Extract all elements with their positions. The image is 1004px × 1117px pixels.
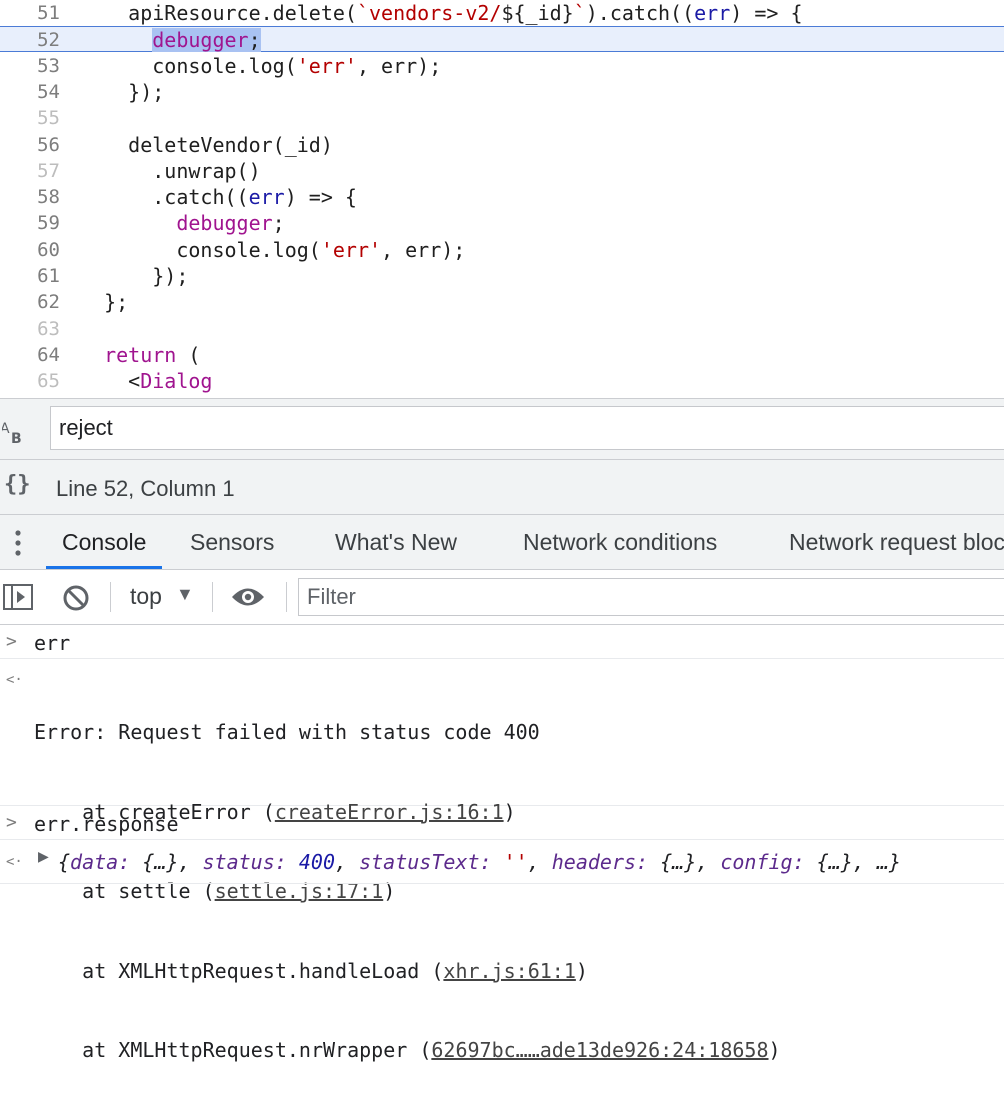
code-line[interactable]: 57 .unwrap()	[0, 158, 1004, 184]
input-prompt-icon: >	[6, 812, 17, 833]
console-input-row: > err	[0, 625, 1004, 659]
regex-icon[interactable]: A B	[2, 421, 24, 447]
search-input[interactable]	[50, 406, 1004, 450]
line-number[interactable]: 51	[0, 0, 60, 26]
console-command: err	[34, 631, 71, 655]
line-number[interactable]: 54	[0, 79, 60, 105]
context-selector[interactable]: top ▼	[120, 570, 206, 624]
clear-console-icon[interactable]	[62, 584, 90, 612]
line-number[interactable]: 56	[0, 132, 60, 158]
pretty-print-icon[interactable]: {}	[4, 472, 31, 497]
code-text: });	[80, 79, 165, 104]
line-number[interactable]: 59	[0, 210, 60, 236]
code-line[interactable]: 54 });	[0, 79, 1004, 105]
chevron-down-icon: ▼	[176, 584, 194, 604]
expand-triangle-icon[interactable]: ▶	[38, 848, 49, 865]
editor-status-bar: {} Line 52, Column 1	[0, 460, 1004, 515]
object-preview[interactable]: {data: {…}, status: 400, statusText: '',…	[58, 849, 901, 876]
line-number[interactable]: 65	[0, 368, 60, 394]
code-text: });	[80, 264, 189, 288]
console-input-row: > err.response	[0, 806, 1004, 840]
error-message-block: Error: Request failed with status code 4…	[34, 666, 781, 1117]
stack-frame: at XMLHttpRequest.nrWrapper (62697bc……ad…	[34, 1038, 781, 1062]
code-line[interactable]: 61 });	[0, 263, 1004, 289]
code-text: .unwrap()	[80, 158, 261, 183]
input-prompt-icon: >	[6, 631, 17, 652]
code-line[interactable]: 60 console.log('err', err);	[0, 237, 1004, 263]
code-text: console.log('err', err);	[80, 237, 466, 262]
error-message: Error: Request failed with status code 4…	[34, 720, 540, 744]
code-line[interactable]: 56 deleteVendor(_id)	[0, 132, 1004, 158]
code-line[interactable]: 53 console.log('err', err);	[0, 53, 1004, 79]
code-line[interactable]: 52 debugger;	[0, 26, 1004, 53]
code-line[interactable]: 63	[0, 316, 1004, 342]
code-line[interactable]: 59 debugger;	[0, 210, 1004, 236]
output-prompt-icon: <·	[6, 854, 23, 870]
code-line[interactable]: 51 apiResource.delete(`vendors-v2/${_id}…	[0, 0, 1004, 26]
code-text: apiResource.delete(`vendors-v2/${_id}`).…	[80, 1, 803, 25]
console-error-output: <· Error: Request failed with status cod…	[0, 659, 1004, 1062]
code-text: debugger;	[152, 28, 261, 53]
line-number[interactable]: 58	[0, 184, 60, 210]
cursor-position: Line 52, Column 1	[56, 476, 235, 501]
toolbar-divider	[110, 582, 111, 612]
code-text: };	[80, 290, 129, 315]
code-text: return (	[104, 342, 201, 367]
code-text: .catch((err) => {	[80, 185, 357, 210]
code-line[interactable]: 64 return (	[0, 342, 1004, 368]
line-number[interactable]: 60	[0, 237, 60, 263]
code-line[interactable]: 62 };	[0, 289, 1004, 315]
drawer-tab-bar: Console Sensors What's New Network condi…	[0, 515, 1004, 570]
line-number[interactable]: 62	[0, 289, 60, 315]
line-number[interactable]: 55	[0, 105, 60, 131]
svg-text:A: A	[2, 421, 10, 437]
tab-network-request-blocking[interactable]: Network request blocking	[789, 515, 1004, 569]
code-line[interactable]: 55	[0, 105, 1004, 131]
line-number[interactable]: 61	[0, 263, 60, 289]
sidebar-toggle-icon[interactable]	[2, 583, 34, 611]
tab-network-conditions[interactable]: Network conditions	[523, 515, 717, 569]
stack-frame-link[interactable]: xhr.js:61:1	[443, 959, 575, 983]
console-command: err.response	[34, 812, 179, 836]
stack-frame-link[interactable]: 62697bc……ade13de926:24:18658	[431, 1038, 768, 1062]
console-messages: > err <· Error: Request failed with stat…	[0, 625, 1004, 1062]
tab-whats-new[interactable]: What's New	[335, 515, 457, 569]
line-number[interactable]: 64	[0, 342, 60, 368]
line-number[interactable]: 52	[0, 27, 60, 53]
console-object-output: <· ▶ {data: {…}, status: 400, statusText…	[0, 840, 1004, 884]
code-text: deleteVendor(_id)	[80, 132, 333, 157]
code-line[interactable]: 58 .catch((err) => {	[0, 184, 1004, 210]
filter-input[interactable]	[298, 578, 1004, 616]
code-text: debugger;	[176, 211, 285, 236]
code-editor[interactable]: 51 apiResource.delete(`vendors-v2/${_id}…	[0, 0, 1004, 398]
output-prompt-icon: <·	[6, 672, 23, 688]
svg-text:B: B	[11, 431, 22, 447]
code-text: <Dialog	[80, 369, 213, 394]
stack-frame: at XMLHttpRequest.handleLoad (xhr.js:61:…	[34, 958, 588, 983]
search-bar: A B	[0, 398, 1004, 460]
toolbar-divider	[286, 582, 287, 612]
code-line[interactable]: 65 <Dialog	[0, 368, 1004, 394]
code-text: console.log('err', err);	[80, 53, 442, 78]
line-number[interactable]: 53	[0, 53, 60, 79]
line-number[interactable]: 57	[0, 158, 60, 184]
line-number[interactable]: 63	[0, 316, 60, 342]
more-tabs-icon[interactable]	[8, 528, 28, 558]
tab-console[interactable]: Console	[46, 515, 163, 569]
toolbar-divider	[212, 582, 213, 612]
context-label: top	[130, 583, 162, 609]
tab-sensors[interactable]: Sensors	[190, 515, 274, 569]
eye-icon[interactable]	[230, 586, 266, 608]
console-toolbar: top ▼	[0, 570, 1004, 625]
